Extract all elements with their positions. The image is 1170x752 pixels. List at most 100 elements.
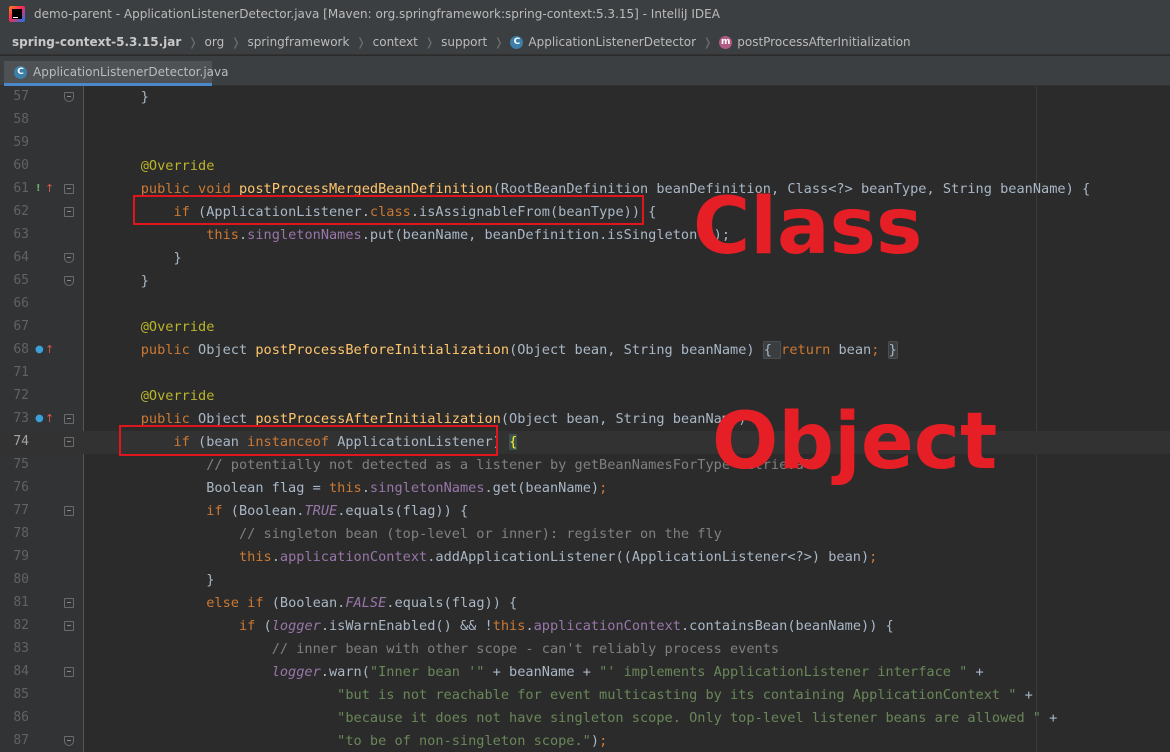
code-token: + [1016, 687, 1033, 703]
code-line[interactable]: 64 } [0, 247, 1170, 270]
fold-marker-icon[interactable] [64, 667, 74, 677]
window-title: demo-parent - ApplicationListenerDetecto… [34, 7, 720, 21]
class-icon: C [14, 66, 27, 79]
instanceof-check-highlight-box [119, 425, 498, 456]
fold-marker-icon[interactable] [64, 276, 74, 286]
code-line[interactable]: 79 this.applicationContext.addApplicatio… [0, 546, 1170, 569]
breadcrumb-label: spring-context-5.3.15.jar [12, 35, 182, 49]
breadcrumb-separator-icon: ❭ [356, 35, 366, 49]
line-number: 86 [13, 710, 29, 725]
code-line[interactable]: 82 if (logger.isWarnEnabled() && !this.a… [0, 615, 1170, 638]
code-token: if [238, 618, 264, 634]
code-text: if (logger.isWarnEnabled() && !this.appl… [108, 618, 894, 634]
code-line[interactable]: 57 } [0, 86, 1170, 109]
code-line[interactable]: 77 if (Boolean.TRUE.equals(flag)) { [0, 500, 1170, 523]
code-line[interactable]: 63 this.singletonNames.put(beanName, bea… [0, 224, 1170, 247]
line-number: 57 [13, 89, 29, 104]
tab-applicationlistenerdetector[interactable]: C ApplicationListenerDetector.java [4, 61, 228, 86]
code-line[interactable]: 80 } [0, 569, 1170, 592]
breadcrumb-label: context [372, 35, 418, 49]
code-token: } [108, 572, 215, 588]
code-token: logger [271, 618, 321, 634]
breadcrumb-label: org [204, 35, 225, 49]
code-token: ; [599, 733, 608, 749]
code-line[interactable]: 84 logger.warn("Inner bean '" + beanName… [0, 661, 1170, 684]
go-to-super-arrow-icon[interactable]: ↑ [45, 183, 54, 195]
code-token: bean [838, 342, 872, 358]
line-number: 84 [13, 664, 29, 679]
line-number: 79 [13, 549, 29, 564]
code-text: } [108, 89, 149, 105]
line-number: 82 [13, 618, 29, 633]
code-token: } [108, 273, 149, 289]
code-line[interactable]: 85 "but is not reachable for event multi… [0, 684, 1170, 707]
fold-marker-icon[interactable] [64, 621, 74, 631]
breadcrumb-item[interactable]: context [373, 35, 418, 49]
breadcrumb-label: ApplicationListenerDetector [528, 35, 697, 49]
code-token: .addApplicationListener((ApplicationList… [427, 549, 870, 565]
fold-marker-icon[interactable] [64, 736, 74, 746]
fold-marker-icon[interactable] [64, 414, 74, 424]
fold-marker-icon[interactable] [64, 184, 74, 194]
breadcrumb-item[interactable]: C ApplicationListenerDetector [510, 35, 696, 49]
editor-tab-bar: C ApplicationListenerDetector.java [0, 56, 1170, 86]
code-line[interactable]: 86 "because it does not have singleton s… [0, 707, 1170, 730]
code-line[interactable]: 87 "to be of non-singleton scope."); [0, 730, 1170, 752]
fold-marker-icon[interactable] [64, 506, 74, 516]
fold-marker-icon[interactable] [64, 598, 74, 608]
code-text: } [108, 250, 182, 266]
code-line[interactable]: 58 [0, 109, 1170, 132]
code-token: } [108, 250, 182, 266]
line-number: 71 [13, 365, 29, 380]
code-line[interactable]: 66 [0, 293, 1170, 316]
fold-marker-icon[interactable] [64, 253, 74, 263]
breadcrumb-item[interactable]: spring-context-5.3.15.jar [12, 35, 181, 49]
code-token: .warn( [320, 664, 370, 680]
code-text: } [108, 572, 214, 588]
code-token: applicationContext [279, 549, 428, 565]
fold-marker-icon[interactable] [64, 92, 74, 102]
overrides-marker-icon[interactable]: ● [35, 413, 44, 425]
implements-marker-icon[interactable]: ! [36, 183, 41, 195]
code-line[interactable]: 68 ● ↑ public Object postProcessBeforeInit… [0, 339, 1170, 362]
code-token: .equals(flag)) { [337, 503, 469, 519]
breadcrumb-separator-icon: ❭ [703, 35, 713, 49]
breadcrumb-item[interactable]: support [441, 35, 487, 49]
code-token: (Boolean. [271, 595, 346, 611]
code-token: FALSE [345, 595, 387, 611]
breadcrumb-item[interactable]: m postProcessAfterInitialization [719, 35, 911, 49]
code-token: } [108, 89, 149, 105]
code-token: "Inner bean '" [369, 664, 485, 680]
code-line[interactable]: 65 } [0, 270, 1170, 293]
code-text: Boolean flag = this.singletonNames.get(b… [108, 480, 607, 496]
code-text: // potentially not detected as a listene… [108, 457, 812, 473]
code-token: logger [271, 664, 321, 680]
code-line[interactable]: 78 // singleton bean (top-level or inner… [0, 523, 1170, 546]
fold-marker-icon[interactable] [64, 437, 74, 447]
code-token: if [206, 503, 231, 519]
code-token: { [509, 434, 518, 450]
code-token: Object [198, 342, 256, 358]
fold-marker-icon[interactable] [64, 207, 74, 217]
code-token: // singleton bean (top-level or inner): … [238, 526, 722, 542]
code-line[interactable]: 59 [0, 132, 1170, 155]
code-line[interactable]: 81 else if (Boolean.FALSE.equals(flag)) … [0, 592, 1170, 615]
go-to-super-arrow-icon[interactable]: ↑ [45, 413, 54, 425]
overrides-marker-icon[interactable]: ● [35, 344, 44, 356]
go-to-super-arrow-icon[interactable]: ↑ [45, 344, 54, 356]
code-line[interactable]: 71 [0, 362, 1170, 385]
line-number: 72 [13, 388, 29, 403]
breadcrumb-item[interactable]: org [205, 35, 225, 49]
code-token: this [206, 227, 239, 243]
breadcrumb-label: springframework [247, 35, 350, 49]
code-line[interactable]: 60 @Override [0, 155, 1170, 178]
breadcrumb-item[interactable]: springframework [247, 35, 349, 49]
line-number: 74 [13, 434, 29, 449]
code-line[interactable]: 83 // inner bean with other scope - can'… [0, 638, 1170, 661]
code-line[interactable]: 67 @Override [0, 316, 1170, 339]
